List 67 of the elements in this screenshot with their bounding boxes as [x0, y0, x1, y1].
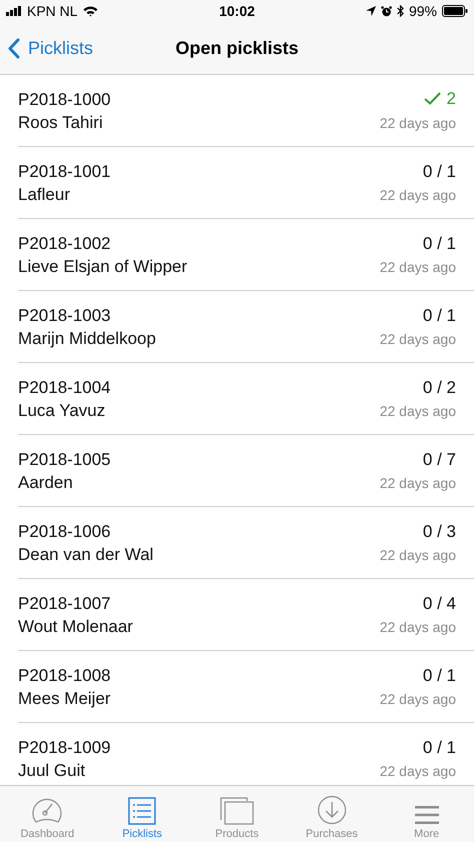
picklist-number: P2018-1002: [18, 234, 111, 254]
picklist-number: P2018-1001: [18, 162, 111, 182]
picklist-row[interactable]: P2018-1005 0 / 7 Aarden 22 days ago: [0, 435, 474, 507]
signal-icon: [6, 6, 22, 16]
picklist-number: P2018-1004: [18, 378, 111, 398]
age-label: 22 days ago: [380, 402, 456, 418]
checkmark-icon: [424, 92, 441, 106]
age-label: 22 days ago: [380, 762, 456, 778]
age-label: 22 days ago: [380, 690, 456, 706]
wifi-icon: [82, 6, 98, 16]
back-button[interactable]: Picklists: [0, 28, 102, 68]
chevron-left-icon: [8, 38, 20, 58]
clock-time: 10:02: [219, 3, 255, 19]
picklist-number: P2018-1000: [18, 90, 111, 110]
alarm-clock-icon: [380, 6, 392, 16]
picklist-row[interactable]: P2018-1003 0 / 1 Marijn Middelkoop 22 days ago: [0, 291, 474, 363]
picklist-row[interactable]: P2018-1002 0 / 1 Lieve Elsjan of Wipper 22 days ago: [0, 219, 474, 291]
screen-title: Open picklists: [175, 38, 299, 58]
picklist-number: P2018-1003: [18, 306, 111, 326]
pick-count: 0 / 1: [422, 306, 456, 326]
battery-percent: 99%: [408, 3, 437, 19]
picklist-number: P2018-1006: [18, 522, 111, 542]
age-label: 22 days ago: [380, 115, 456, 132]
pick-count: 0 / 4: [422, 594, 456, 614]
age-label: 22 days ago: [380, 474, 456, 490]
picklist-row[interactable]: P2018-1001 0 / 1 Lafleur 22 days ago: [0, 147, 474, 219]
carrier-name: KPN NL: [27, 3, 78, 19]
customer-name: Luca Yavuz: [18, 400, 106, 420]
picklist-row[interactable]: P2018-1007 0 / 4 Wout Molenaar 22 days ago: [0, 579, 474, 651]
pick-count: 0 / 3: [422, 522, 456, 542]
picklist-row[interactable]: P2018-1000 2 Roos Tahiri 22 days ago: [0, 75, 474, 147]
download-icon: [316, 795, 347, 825]
pick-count: 0 / 1: [422, 666, 456, 686]
pick-count: 0 / 7: [422, 450, 456, 470]
customer-name: Lieve Elsjan of Wipper: [18, 256, 188, 276]
customer-name: Marijn Middelkoop: [18, 328, 156, 348]
customer-name: Aarden: [18, 472, 73, 492]
age-label: 22 days ago: [380, 618, 456, 634]
stacked-windows-icon: [220, 797, 254, 825]
age-label: 22 days ago: [380, 258, 456, 274]
pick-count: 0 / 1: [422, 738, 456, 758]
customer-name: Mees Meijer: [18, 688, 111, 708]
age-label: 22 days ago: [380, 330, 456, 346]
pick-count: 0 / 1: [422, 162, 456, 182]
customer-name: Juul Guit: [18, 760, 86, 780]
location-arrow-icon: [366, 6, 376, 16]
picklist-number: P2018-1009: [18, 738, 111, 758]
picklist-row[interactable]: P2018-1006 0 / 3 Dean van der Wal 22 days ago: [0, 507, 474, 579]
age-label: 22 days ago: [380, 186, 456, 202]
pick-count: 2: [424, 88, 456, 109]
tab-item[interactable]: Picklists: [94, 786, 190, 842]
list-icon: [128, 797, 156, 825]
pick-count: 0 / 1: [422, 234, 456, 254]
pick-count: 0 / 2: [422, 378, 456, 398]
bluetooth-icon: [396, 5, 404, 17]
age-label: 22 days ago: [380, 546, 456, 562]
customer-name: Dean van der Wal: [18, 544, 154, 564]
customer-name: Roos Tahiri: [18, 113, 103, 134]
menu-icon: [414, 805, 439, 825]
customer-name: Wout Molenaar: [18, 616, 133, 636]
picklist-number: P2018-1005: [18, 450, 111, 470]
battery-icon: [442, 5, 468, 17]
picklist-number: P2018-1008: [18, 666, 111, 686]
customer-name: Lafleur: [18, 184, 70, 204]
picklist-row[interactable]: P2018-1008 0 / 1 Mees Meijer 22 days ago: [0, 651, 474, 723]
picklist-row[interactable]: P2018-1004 0 / 2 Luca Yavuz 22 days ago: [0, 363, 474, 435]
picklist-number: P2018-1007: [18, 594, 111, 614]
